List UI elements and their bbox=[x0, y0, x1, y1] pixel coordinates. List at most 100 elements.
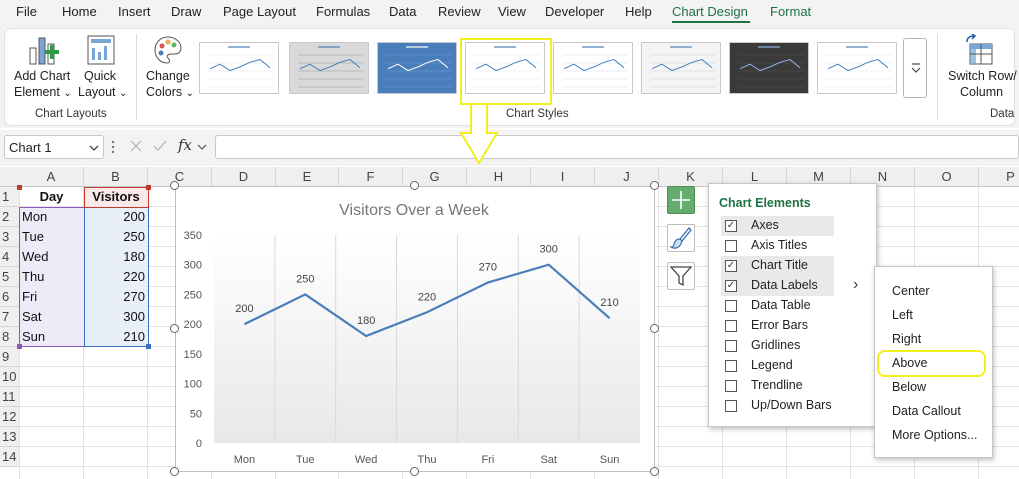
change-colors-button[interactable]: Change Colors ⌄ bbox=[142, 32, 194, 102]
range-corner-handle[interactable] bbox=[146, 344, 151, 349]
checkmark-icon[interactable] bbox=[152, 139, 168, 153]
checkbox[interactable] bbox=[725, 240, 737, 252]
cell-visitors[interactable]: 270 bbox=[84, 287, 145, 307]
menu-tab-help[interactable]: Help bbox=[625, 4, 652, 19]
menu-tab-home[interactable]: Home bbox=[62, 4, 97, 19]
menu-tab-view[interactable]: View bbox=[498, 4, 526, 19]
checkbox[interactable]: ✓ bbox=[725, 260, 737, 272]
chart-style-3[interactable] bbox=[377, 42, 457, 94]
checkbox[interactable] bbox=[725, 320, 737, 332]
add-chart-element-button[interactable]: Add Chart Element ⌄ bbox=[10, 32, 76, 102]
cell-visitors[interactable]: 220 bbox=[84, 267, 145, 287]
chart-style-2[interactable] bbox=[289, 42, 369, 94]
row-header-12[interactable]: 12 bbox=[0, 407, 19, 427]
menu-tab-review[interactable]: Review bbox=[438, 4, 481, 19]
menu-tab-chart-design[interactable]: Chart Design bbox=[672, 4, 748, 19]
row-header-4[interactable]: 4 bbox=[0, 247, 19, 267]
row-header-9[interactable]: 9 bbox=[0, 347, 19, 367]
resize-handle[interactable] bbox=[650, 324, 659, 333]
resize-handle[interactable] bbox=[410, 467, 419, 476]
data-labels-option-data-callout[interactable]: Data Callout bbox=[892, 404, 961, 418]
data-labels-option-below[interactable]: Below bbox=[892, 380, 926, 394]
resize-handle[interactable] bbox=[410, 181, 419, 190]
chart-filters-button[interactable] bbox=[667, 262, 695, 290]
gallery-more-button[interactable] bbox=[903, 38, 927, 98]
resize-handle[interactable] bbox=[650, 467, 659, 476]
data-labels-option-center[interactable]: Center bbox=[892, 284, 930, 298]
cell-visitors[interactable]: 210 bbox=[84, 327, 145, 347]
menu-tab-developer[interactable]: Developer bbox=[545, 4, 604, 19]
checkbox[interactable] bbox=[725, 300, 737, 312]
chevron-down-icon[interactable] bbox=[197, 143, 207, 151]
chart-area[interactable]: 0 50 100 150 200 250 300 350 Mon Tue Wed Thu Fri Sat… bbox=[175, 186, 655, 472]
row-header-3[interactable]: 3 bbox=[0, 227, 19, 247]
row-header-1[interactable]: 1 bbox=[0, 187, 19, 207]
chart-element-axis-titles[interactable]: Axis Titles bbox=[721, 236, 834, 256]
chart-element-error-bars[interactable]: Error Bars bbox=[721, 316, 834, 336]
cell-visitors[interactable]: 250 bbox=[84, 227, 145, 247]
resize-handle[interactable] bbox=[170, 467, 179, 476]
column-header-e[interactable]: E bbox=[276, 167, 339, 187]
checkbox[interactable]: ✓ bbox=[725, 220, 737, 232]
cell-day[interactable]: Sun bbox=[22, 327, 82, 347]
chart-style-1[interactable] bbox=[199, 42, 279, 94]
column-header-h[interactable]: H bbox=[467, 167, 531, 187]
chart-element-trendline[interactable]: Trendline bbox=[721, 376, 834, 396]
chart-elements-button[interactable] bbox=[667, 186, 695, 214]
data-labels-option-more-options[interactable]: More Options... bbox=[892, 428, 977, 442]
menu-tab-data[interactable]: Data bbox=[389, 4, 416, 19]
cell-day[interactable]: Fri bbox=[22, 287, 82, 307]
row-header-5[interactable]: 5 bbox=[0, 267, 19, 287]
menu-tab-file[interactable]: File bbox=[16, 4, 37, 19]
row-header-13[interactable]: 13 bbox=[0, 427, 19, 447]
resize-handle[interactable] bbox=[170, 181, 179, 190]
cell-day[interactable]: Tue bbox=[22, 227, 82, 247]
menu-tab-format[interactable]: Format bbox=[770, 4, 811, 19]
column-header-b[interactable]: B bbox=[84, 167, 148, 187]
chart-style-6[interactable] bbox=[641, 42, 721, 94]
formula-input[interactable] bbox=[215, 135, 1019, 159]
row-header-14[interactable]: 14 bbox=[0, 447, 19, 467]
fx-icon[interactable]: fx bbox=[178, 136, 192, 154]
cell-day[interactable]: Sat bbox=[22, 307, 82, 327]
chart-element-up-down-bars[interactable]: Up/Down Bars bbox=[721, 396, 834, 416]
chart-style-7[interactable] bbox=[729, 42, 809, 94]
chart-title[interactable]: Visitors Over a Week bbox=[339, 202, 490, 219]
row-header-7[interactable]: 7 bbox=[0, 307, 19, 327]
chart-element-chart-title[interactable]: ✓ Chart Title bbox=[721, 256, 834, 276]
column-header-d[interactable]: D bbox=[212, 167, 276, 187]
menu-tab-insert[interactable]: Insert bbox=[118, 4, 151, 19]
checkbox[interactable] bbox=[725, 400, 737, 412]
data-labels-option-right[interactable]: Right bbox=[892, 332, 921, 346]
column-header-p[interactable]: P bbox=[979, 167, 1019, 187]
data-labels-option-left[interactable]: Left bbox=[892, 308, 913, 322]
header-cell-visitors[interactable]: Visitors bbox=[84, 187, 148, 207]
data-label[interactable]: 300 bbox=[540, 244, 558, 256]
cell-visitors[interactable]: 200 bbox=[84, 207, 145, 227]
checkbox[interactable] bbox=[725, 380, 737, 392]
resize-handle[interactable] bbox=[170, 324, 179, 333]
data-label[interactable]: 270 bbox=[479, 262, 497, 274]
chart-element-legend[interactable]: Legend bbox=[721, 356, 834, 376]
menu-tab-draw[interactable]: Draw bbox=[171, 4, 201, 19]
column-header-c[interactable]: C bbox=[148, 167, 212, 187]
checkbox[interactable]: ✓ bbox=[725, 280, 737, 292]
chart-element-gridlines[interactable]: Gridlines bbox=[721, 336, 834, 356]
chart-style-8[interactable] bbox=[817, 42, 897, 94]
chart-styles-button[interactable] bbox=[667, 224, 695, 252]
resize-handle[interactable] bbox=[650, 181, 659, 190]
row-header-10[interactable]: 10 bbox=[0, 367, 19, 387]
menu-tab-page-layout[interactable]: Page Layout bbox=[223, 4, 296, 19]
row-header-6[interactable]: 6 bbox=[0, 287, 19, 307]
column-header-a[interactable]: A bbox=[19, 167, 84, 187]
cell-visitors[interactable]: 180 bbox=[84, 247, 145, 267]
quick-layout-button[interactable]: Quick Layout ⌄ bbox=[76, 32, 130, 102]
menu-tab-formulas[interactable]: Formulas bbox=[316, 4, 370, 19]
cell-day[interactable]: Thu bbox=[22, 267, 82, 287]
submenu-chevron-icon[interactable]: › bbox=[853, 276, 858, 294]
chart-style-5[interactable] bbox=[553, 42, 633, 94]
data-label[interactable]: 200 bbox=[235, 303, 253, 315]
chart-element-data-table[interactable]: Data Table bbox=[721, 296, 834, 316]
data-label[interactable]: 220 bbox=[418, 291, 436, 303]
column-header-f[interactable]: F bbox=[339, 167, 403, 187]
